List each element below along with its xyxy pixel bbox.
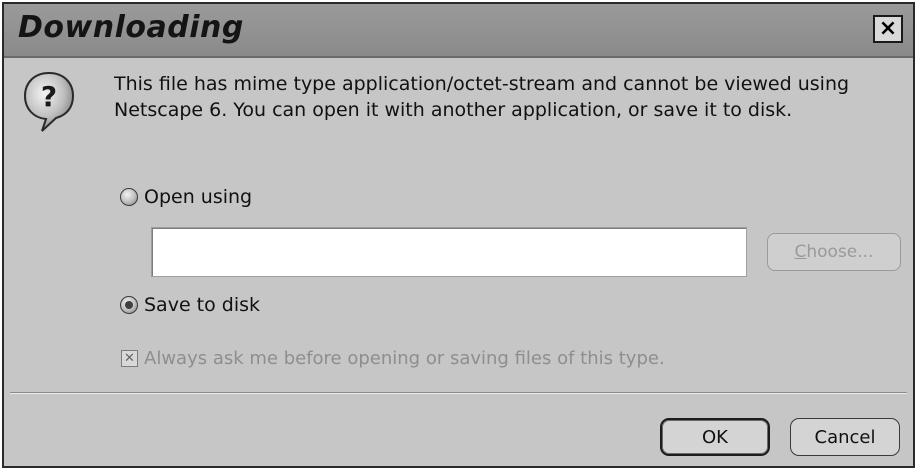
save-to-disk-radio[interactable] <box>120 296 138 314</box>
close-button[interactable]: × <box>873 15 903 43</box>
always-ask-checkbox[interactable]: ✕ <box>121 350 138 367</box>
always-ask-option[interactable]: ✕ Always ask me before opening or saving… <box>121 348 665 369</box>
downloading-dialog: Downloading × ? This file has mime type … <box>2 2 915 468</box>
title-bar[interactable]: Downloading × <box>4 4 913 58</box>
open-using-option[interactable]: Open using <box>120 186 252 208</box>
open-using-radio[interactable] <box>120 188 138 206</box>
application-path-input[interactable] <box>151 227 747 277</box>
always-ask-label: Always ask me before opening or saving f… <box>144 348 665 369</box>
save-to-disk-option[interactable]: Save to disk <box>120 294 260 316</box>
close-icon: × <box>878 16 898 41</box>
checkmark-icon: ✕ <box>124 351 135 366</box>
cancel-button[interactable]: Cancel <box>790 418 900 456</box>
ok-button[interactable]: OK <box>660 418 770 456</box>
save-to-disk-label: Save to disk <box>144 294 261 316</box>
separator <box>10 392 907 394</box>
choose-label: hoose... <box>806 242 874 262</box>
choose-button[interactable]: Choose... <box>767 233 901 271</box>
question-balloon-icon: ? <box>23 71 75 132</box>
message-text: This file has mime type application/octe… <box>114 73 850 121</box>
dialog-title: Downloading <box>18 10 244 45</box>
choose-mnemonic: C <box>794 242 807 262</box>
svg-text:?: ? <box>41 80 57 113</box>
open-using-label: Open using <box>144 186 253 208</box>
